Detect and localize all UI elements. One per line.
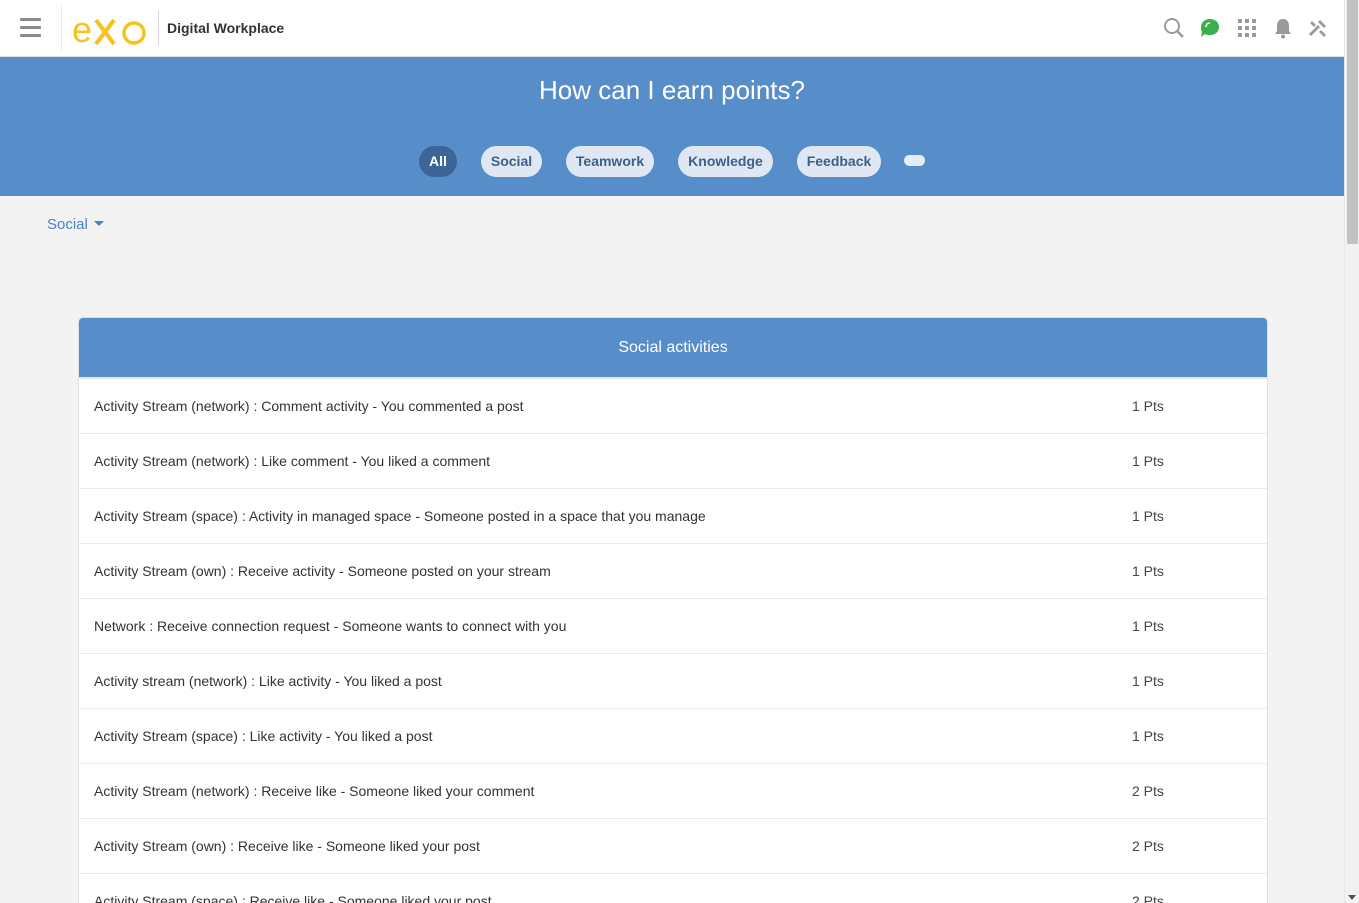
table-row: Activity Stream (network) : Receive like… [79,764,1267,819]
scrollbar-thumb[interactable] [1347,0,1358,244]
table-row: Activity Stream (space) : Activity in ma… [79,489,1267,544]
social-activities-card: Social activities Activity Stream (netwo… [78,317,1268,903]
rule-points: 1 Pts [1132,618,1164,634]
rule-points: 1 Pts [1132,508,1164,524]
tab-knowledge[interactable]: Knowledge [678,146,773,177]
tab-teamwork[interactable]: Teamwork [566,146,654,177]
rule-label: Activity Stream (space) : Like activity … [94,728,433,744]
tools-icon[interactable] [1307,17,1329,39]
exo-logo[interactable]: e [72,10,148,48]
header-banner: How can I earn points? All Social Teamwo… [0,57,1344,196]
svg-text:e: e [72,10,92,48]
rule-label: Activity Stream (network) : Receive like… [94,783,535,799]
rule-points: 1 Pts [1132,673,1164,689]
rule-points: 1 Pts [1132,453,1164,469]
top-navigation-bar: e Digital Workplace [0,0,1344,57]
rule-points: 1 Pts [1132,563,1164,579]
divider [158,10,159,46]
page-title: How can I earn points? [539,75,805,105]
table-row: Activity Stream (network) : Comment acti… [79,379,1267,434]
table-row: Activity Stream (network) : Like comment… [79,434,1267,489]
page-scrollbar[interactable] [1344,0,1359,903]
scroll-down-arrow-icon[interactable] [1348,895,1356,900]
caret-down-icon [93,221,104,227]
table-row: Activity Stream (own) : Receive like - S… [79,819,1267,874]
card-title: Social activities [79,318,1267,379]
rule-label: Activity Stream (own) : Receive activity… [94,563,551,579]
table-row: Activity Stream (space) : Like activity … [79,709,1267,764]
divider [61,6,62,51]
rule-label: Activity Stream (space) : Receive like -… [94,893,492,903]
brand-title: Digital Workplace [167,20,285,36]
rule-points: 1 Pts [1132,728,1164,744]
rule-points: 2 Pts [1132,783,1164,799]
search-icon[interactable] [1163,17,1185,39]
rule-label: Activity Stream (own) : Receive like - S… [94,838,480,854]
tab-all[interactable]: All [419,146,457,177]
bell-icon[interactable] [1272,17,1294,39]
rule-points: 1 Pts [1132,398,1164,414]
rule-label: Activity stream (network) : Like activit… [94,673,442,689]
table-row: Activity stream (network) : Like activit… [79,654,1267,709]
rule-points: 2 Pts [1132,838,1164,854]
tab-social[interactable]: Social [481,146,542,177]
rule-label: Activity Stream (network) : Comment acti… [94,398,524,414]
rule-points: 2 Pts [1132,893,1164,903]
rule-label: Network : Receive connection request - S… [94,618,567,634]
tab-feedback[interactable]: Feedback [797,146,881,177]
category-dropdown[interactable]: Social [47,216,104,233]
tab-unlabeled[interactable] [904,155,925,166]
chat-icon[interactable] [1199,17,1221,39]
rule-label: Activity Stream (space) : Activity in ma… [94,508,706,524]
table-row: Activity Stream (space) : Receive like -… [79,874,1267,903]
rule-label: Activity Stream (network) : Like comment… [94,453,491,469]
menu-icon[interactable] [20,18,41,38]
apps-icon[interactable] [1236,17,1258,39]
table-row: Network : Receive connection request - S… [79,599,1267,654]
category-dropdown-label: Social [47,216,88,233]
table-row: Activity Stream (own) : Receive activity… [79,544,1267,599]
